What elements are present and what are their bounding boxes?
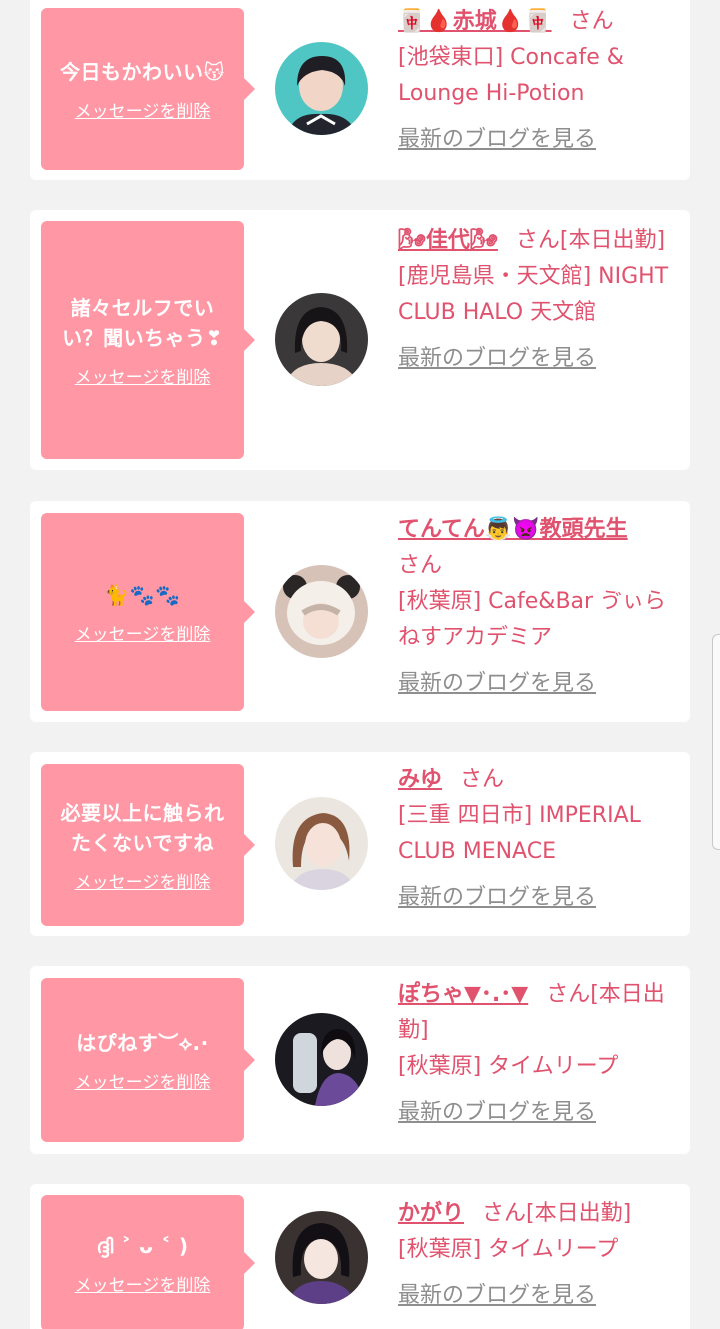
cast-name-link[interactable]: みゆ (398, 767, 442, 792)
shop-name: [秋葉原] Cafe&Bar ゔぃらねすアカデミア (398, 589, 667, 650)
message-bubble: 必要以上に触られたくないですね メッセージを削除 (41, 764, 255, 926)
delete-message-link[interactable]: メッセージを削除 (75, 620, 211, 645)
honorific: さん[本日出勤] (515, 228, 666, 253)
avatar[interactable] (275, 797, 368, 890)
cast-info: 🌬佳代🌬 さん[本日出勤] [鹿児島県・天文館] NIGHT CLUB HALO … (398, 223, 680, 377)
delete-message-link[interactable]: メッセージを削除 (75, 1068, 211, 1093)
shop-name: [秋葉原] タイムリープ (398, 1054, 619, 1079)
latest-blog-link[interactable]: 最新のブログを見る (398, 341, 596, 377)
avatar[interactable] (275, 1211, 368, 1304)
message-text: 今日もかわいい😽 (60, 59, 225, 84)
avatar[interactable] (275, 565, 368, 658)
honorific: さん (460, 767, 505, 792)
latest-blog-link[interactable]: 最新のブログを見る (398, 1278, 596, 1314)
delete-message-link[interactable]: メッセージを削除 (75, 868, 211, 893)
latest-blog-link[interactable]: 最新のブログを見る (398, 1095, 596, 1131)
message-text: 🐈🐾🐾 (104, 582, 181, 607)
delete-message-link[interactable]: メッセージを削除 (75, 1271, 211, 1296)
cast-info: かがり さん[本日出勤] [秋葉原] タイムリープ 最新のブログを見る (398, 1196, 680, 1314)
message-text: はぴねす︶⟡.· (76, 1030, 209, 1055)
message-list: 今日もかわいい😽 メッセージを削除 🀄🩸赤城🩸🀄 さん [池袋東口] Concaf… (0, 0, 720, 1329)
cast-info: てんてん👼👿教頭先生 さん [秋葉原] Cafe&Bar ゔぃらねすアカデミア 最… (398, 512, 680, 702)
message-text: ദ്ദി ˃ ᴗ ˂ ) (96, 1233, 189, 1258)
message-text: 必要以上に触られたくないですね (60, 800, 225, 855)
cast-info: ぽちゃ▼･.･▼ さん[本日出勤] [秋葉原] タイムリープ 最新のブログを見る (398, 977, 680, 1131)
message-bubble: はぴねす︶⟡.· メッセージを削除 (41, 978, 255, 1142)
message-card: 今日もかわいい😽 メッセージを削除 🀄🩸赤城🩸🀄 さん [池袋東口] Concaf… (30, 0, 690, 180)
cast-name-link[interactable]: てんてん👼👿教頭先生 (398, 517, 628, 542)
message-card: 必要以上に触られたくないですね メッセージを削除 みゆ さん [三重 四日市] I… (30, 752, 690, 936)
message-card: 諸々セルフでいい？聞いちゃう❣ メッセージを削除 🌬佳代🌬 さん[本日出勤] [鹿… (30, 210, 690, 470)
delete-message-link[interactable]: メッセージを削除 (75, 97, 211, 122)
message-bubble: 🐈🐾🐾 メッセージを削除 (41, 513, 255, 711)
message-bubble: 諸々セルフでいい？聞いちゃう❣ メッセージを削除 (41, 221, 255, 459)
honorific: さん (398, 553, 443, 578)
cast-name-link[interactable]: 🀄🩸赤城🩸🀄 (398, 9, 552, 34)
message-text: 諸々セルフでいい？聞いちゃう❣ (62, 295, 223, 350)
cast-name-link[interactable]: かがり (398, 1201, 464, 1226)
message-bubble: 今日もかわいい😽 メッセージを削除 (41, 8, 255, 170)
latest-blog-link[interactable]: 最新のブログを見る (398, 122, 596, 158)
message-bubble: ദ്ദി ˃ ᴗ ˂ ) メッセージを削除 (41, 1195, 255, 1329)
message-card: ദ്ദി ˃ ᴗ ˂ ) メッセージを削除 かがり さん[本日出勤] [秋葉原] … (30, 1184, 690, 1329)
latest-blog-link[interactable]: 最新のブログを見る (398, 880, 596, 916)
shop-name: [鹿児島県・天文館] NIGHT CLUB HALO 天文館 (398, 264, 669, 325)
avatar[interactable] (275, 42, 368, 135)
avatar[interactable] (275, 293, 368, 386)
cast-name-link[interactable]: 🌬佳代🌬 (398, 228, 498, 253)
delete-message-link[interactable]: メッセージを削除 (75, 363, 211, 388)
cast-name-link[interactable]: ぽちゃ▼･.･▼ (398, 982, 528, 1007)
shop-name: [池袋東口] Concafe & Lounge Hi-Potion (398, 45, 624, 106)
latest-blog-link[interactable]: 最新のブログを見る (398, 666, 596, 702)
shop-name: [三重 四日市] IMPERIAL CLUB MENACE (398, 803, 641, 864)
honorific: さん (569, 9, 614, 34)
honorific: さん[本日出勤] (482, 1201, 632, 1226)
cast-info: みゆ さん [三重 四日市] IMPERIAL CLUB MENACE 最新のブロ… (398, 762, 680, 916)
avatar[interactable] (275, 1013, 368, 1106)
message-card: 🐈🐾🐾 メッセージを削除 てんてん👼👿教頭先生 さん [秋葉原] Cafe&Bar… (30, 501, 690, 722)
message-card: はぴねす︶⟡.· メッセージを削除 ぽちゃ▼･.･▼ さん[本日出勤] [秋葉原]… (30, 966, 690, 1154)
scrollbar-handle[interactable] (712, 634, 720, 850)
shop-name: [秋葉原] タイムリープ (398, 1237, 619, 1262)
cast-info: 🀄🩸赤城🩸🀄 さん [池袋東口] Concafe & Lounge Hi-Poti… (398, 4, 680, 158)
